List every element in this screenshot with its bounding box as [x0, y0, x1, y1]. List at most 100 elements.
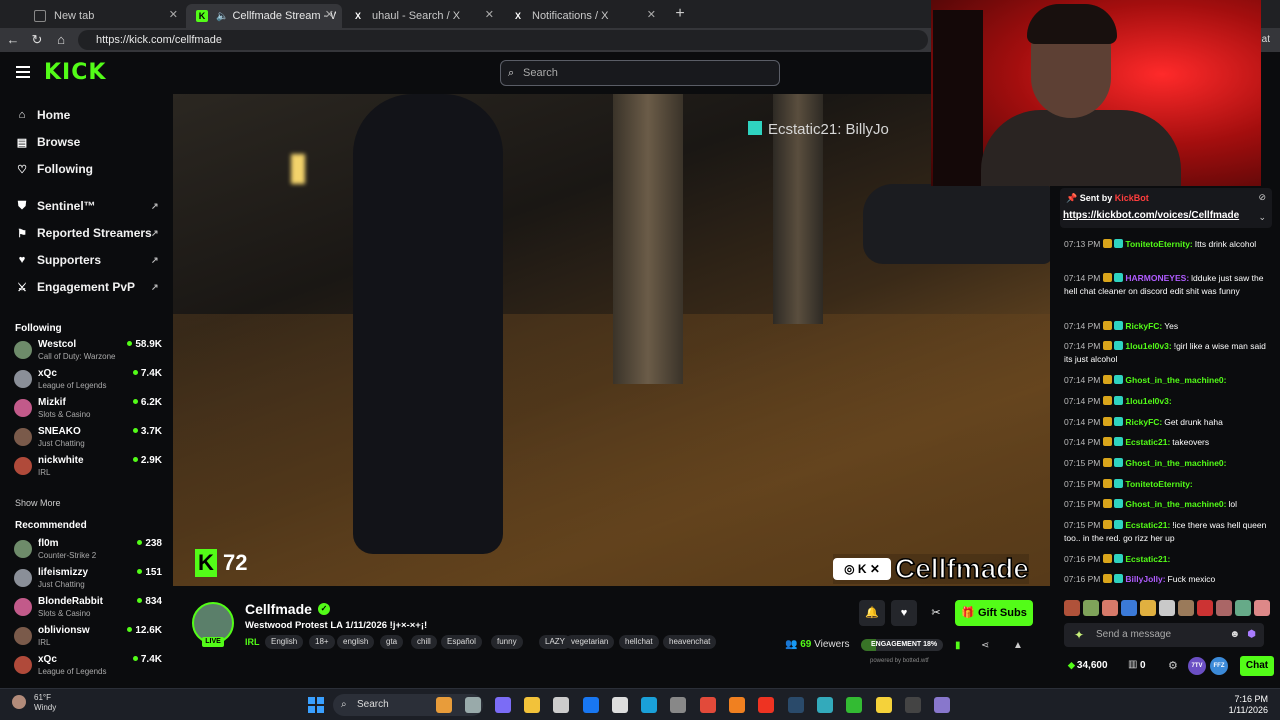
video-player[interactable]: Ecstatic21: BillyJo K 72 ◎ K ✕ Cellfmade: [173, 94, 1050, 586]
url-field[interactable]: https://kick.com/cellfmade: [78, 30, 928, 50]
sidebar-item-engagement-pvp[interactable]: ⚔ Engagement PvP ↗: [15, 278, 158, 296]
chat-username[interactable]: Ecstatic21:: [1125, 554, 1170, 564]
stream-tag[interactable]: chill: [411, 635, 437, 649]
chevron-down-icon[interactable]: ⌄: [1258, 212, 1266, 223]
unpin-icon[interactable]: ⊘: [1258, 192, 1266, 203]
chat-username[interactable]: Ecstatic21:: [1125, 437, 1170, 447]
channel-name[interactable]: Cellfmade: [245, 601, 312, 617]
emote-icon[interactable]: [1064, 600, 1080, 616]
7tv-extension-icon[interactable]: 7TV: [1188, 657, 1206, 675]
sparkle-icon[interactable]: ✦: [1074, 623, 1084, 647]
emote-icon[interactable]: [1197, 600, 1213, 616]
file-explorer-icon[interactable]: [523, 697, 540, 713]
chat-username[interactable]: Ecstatic21:: [1125, 520, 1170, 530]
gift-icon[interactable]: ⬢: [1247, 623, 1256, 647]
emote-icon[interactable]: [1140, 600, 1156, 616]
taskbar-search[interactable]: ⌕ Search: [333, 694, 483, 716]
steam-icon[interactable]: [787, 697, 804, 713]
xbox-icon[interactable]: [846, 697, 863, 713]
chat-username[interactable]: BillyJolly:: [1125, 574, 1165, 584]
powered-by[interactable]: powered by botted.wtf: [870, 658, 929, 664]
vlc-icon[interactable]: [729, 697, 745, 713]
sidebar-item-following[interactable]: ♡ Following: [15, 160, 93, 178]
emote-icon[interactable]: [1083, 600, 1099, 616]
emote-icon[interactable]: [1102, 600, 1118, 616]
category-link[interactable]: IRL: [245, 637, 260, 647]
close-tab-icon[interactable]: ✕: [325, 8, 334, 21]
chat-username[interactable]: 1lou1el0v3:: [1125, 396, 1171, 406]
stream-tag[interactable]: vegetarian: [565, 635, 615, 649]
task-view-icon[interactable]: [465, 697, 482, 713]
tab-new-tab[interactable]: New tab ✕: [24, 4, 186, 28]
sidebar-channel[interactable]: lifeismizzy Just Chatting 151: [14, 565, 164, 593]
chat-username[interactable]: RickyFC:: [1125, 321, 1162, 331]
chat-username[interactable]: 1lou1el0v3:: [1125, 341, 1171, 351]
chat-username[interactable]: TonitetoEternity:: [1125, 239, 1192, 249]
chat-username[interactable]: Ghost_in_the_machine0:: [1125, 375, 1226, 385]
store-icon[interactable]: [553, 697, 570, 713]
sidebar-item-supporters[interactable]: ♥ Supporters ↗: [15, 251, 159, 269]
search-input[interactable]: ⌕ Search: [500, 60, 780, 86]
share-icon[interactable]: ⋖: [981, 640, 989, 651]
show-more-button[interactable]: Show More: [15, 498, 61, 508]
chat-username[interactable]: TonitetoEternity:: [1125, 479, 1192, 489]
tab-notifications[interactable]: X Notifications / X ✕: [502, 4, 664, 28]
home-icon[interactable]: ⌂: [52, 31, 70, 49]
new-tab-button[interactable]: +: [670, 4, 690, 24]
sticky-notes-icon[interactable]: [875, 697, 892, 713]
sidebar-channel[interactable]: Westcol Call of Duty: Warzone 58.9K: [14, 337, 164, 365]
sidebar-item-home[interactable]: ⌂ Home: [15, 106, 71, 124]
calculator-icon[interactable]: [670, 697, 687, 713]
reload-icon[interactable]: ↻: [28, 31, 46, 49]
sidebar-channel[interactable]: xQc League of Legends 7.4K: [14, 652, 164, 680]
channel-points[interactable]: 34,600: [1068, 660, 1108, 671]
stream-tag[interactable]: heavenchat: [663, 635, 717, 649]
facebook-icon[interactable]: [582, 697, 599, 713]
notification-bell-icon[interactable]: 🔔: [859, 600, 885, 626]
obs-icon[interactable]: [904, 697, 921, 713]
chat-username[interactable]: Ghost_in_the_machine0:: [1125, 458, 1226, 468]
close-tab-icon[interactable]: ✕: [647, 8, 656, 21]
sidebar-channel[interactable]: oblivionsw IRL 12.6K: [14, 623, 164, 651]
sidebar-item-reported-streamers[interactable]: ⚑ Reported Streamers ↗: [15, 224, 158, 242]
sidebar-channel[interactable]: BlondeRabbit Slots & Casino 834: [14, 594, 164, 622]
stream-tag[interactable]: funny: [491, 635, 523, 649]
sidebar-channel[interactable]: fl0m Counter-Strike 2 238: [14, 536, 164, 564]
stream-tag[interactable]: gta: [380, 635, 404, 649]
copilot-icon[interactable]: [494, 697, 511, 713]
chat-input[interactable]: ✦ Send a message ☻ ⬢: [1064, 623, 1264, 647]
stream-tag[interactable]: English: [265, 635, 304, 649]
follow-heart-icon[interactable]: ♥: [891, 600, 917, 626]
close-tab-icon[interactable]: ✕: [169, 8, 178, 21]
ffz-extension-icon[interactable]: FFZ: [1210, 657, 1228, 675]
sidebar-channel[interactable]: SNEAKO Just Chatting 3.7K: [14, 424, 164, 452]
emoji-icon[interactable]: ☻: [1229, 623, 1240, 647]
widgets-icon[interactable]: [436, 697, 452, 713]
sidebar-channel[interactable]: xQc League of Legends 7.4K: [14, 366, 164, 394]
chat-send-button[interactable]: Chat: [1240, 656, 1274, 676]
emote-icon[interactable]: [1159, 600, 1175, 616]
speaker-icon[interactable]: 🔈: [216, 11, 228, 22]
stream-tag[interactable]: english: [337, 635, 375, 649]
settings-gear-icon[interactable]: ⚙: [1168, 659, 1178, 672]
windows-start-icon[interactable]: [308, 697, 324, 713]
emote-icon[interactable]: [1121, 600, 1137, 616]
kick-logo[interactable]: KICK: [44, 60, 106, 85]
pinned-link[interactable]: https://kickbot.com/voices/Cellfmade: [1063, 210, 1239, 221]
chat-username[interactable]: HARMONEYES:: [1125, 273, 1189, 283]
chat-username[interactable]: RickyFC:: [1125, 417, 1162, 427]
back-icon[interactable]: ←: [4, 31, 22, 49]
emote-icon[interactable]: [1235, 600, 1251, 616]
amazon-icon[interactable]: [611, 697, 628, 713]
menu-icon[interactable]: [16, 66, 30, 78]
youtube-icon[interactable]: [758, 697, 775, 713]
stream-tag[interactable]: 18+: [309, 635, 335, 649]
chrome-icon[interactable]: [699, 697, 716, 713]
emote-icon[interactable]: [1178, 600, 1194, 616]
clip-icon[interactable]: ✂: [923, 600, 949, 626]
weather-widget[interactable]: 61°F Windy: [34, 693, 56, 713]
close-tab-icon[interactable]: ✕: [485, 8, 494, 21]
tab-uhaul-search[interactable]: X uhaul - Search / X ✕: [342, 4, 502, 28]
pinned-message[interactable]: 📌 Sent by KickBot https://kickbot.com/vo…: [1060, 188, 1272, 228]
sidebar-channel[interactable]: Mizkif Slots & Casino 6.2K: [14, 395, 164, 423]
